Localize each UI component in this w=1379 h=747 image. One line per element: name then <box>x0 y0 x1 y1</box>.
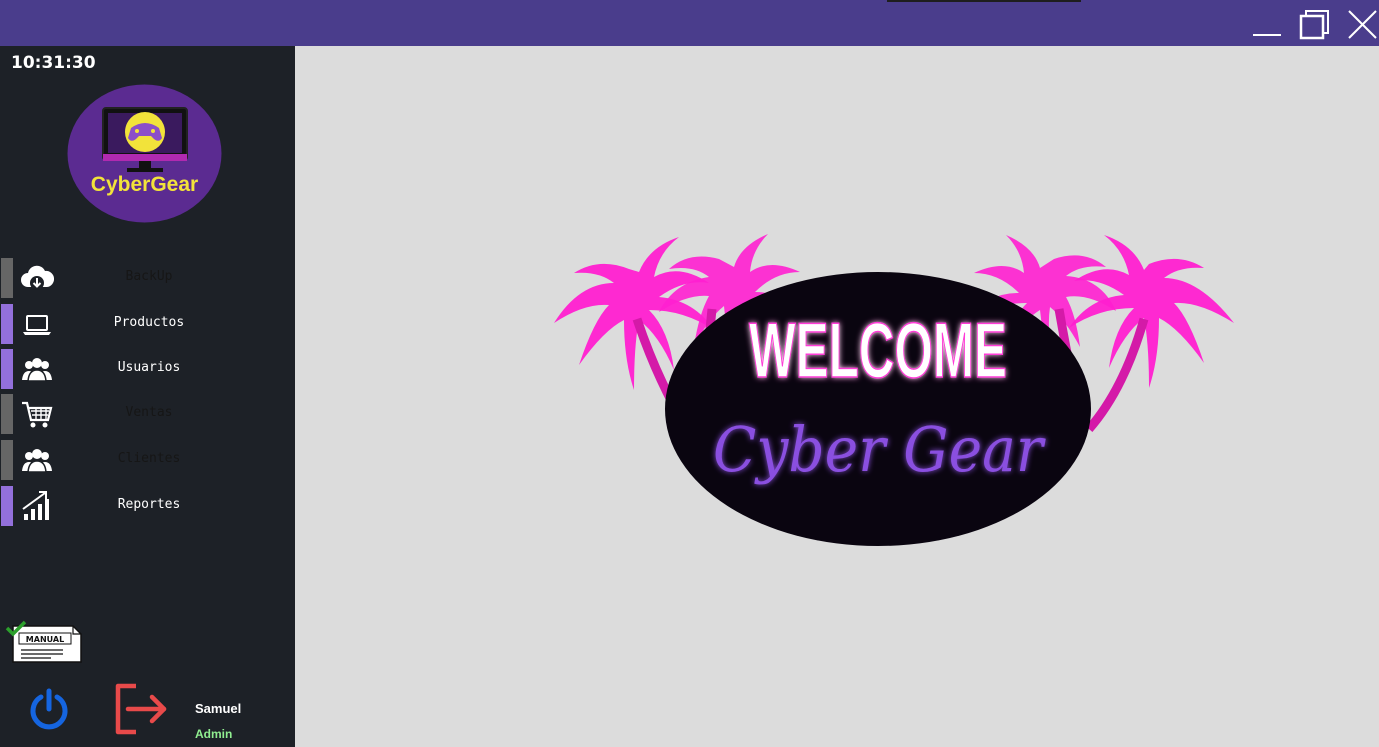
cybergear-logo: CyberGear <box>67 84 222 223</box>
minimize-icon <box>1253 34 1281 36</box>
minimize-button[interactable] <box>1248 6 1286 42</box>
manual-label: MANUAL <box>26 635 64 644</box>
bar-chart-icon <box>22 491 49 520</box>
welcome-banner: WELCOME Cyber Gear <box>554 234 1234 546</box>
title-bar-accent-line <box>887 0 1081 2</box>
clock: 10:31:30 <box>11 53 96 73</box>
sidebar-item-clientes[interactable]: Clientes <box>0 440 295 481</box>
sidebar-item-label: Usuarios <box>117 360 181 375</box>
logo-text: CyberGear <box>91 173 198 196</box>
close-icon <box>1348 10 1377 39</box>
maximize-button[interactable] <box>1294 6 1332 42</box>
sidebar-item-ventas[interactable]: Ventas <box>0 394 295 435</box>
sidebar-item-label: Reportes <box>117 497 181 512</box>
sidebar-item-backup[interactable]: BackUp <box>0 258 295 299</box>
welcome-title: WELCOME <box>749 306 1007 394</box>
sidebar-item-label: Ventas <box>125 405 173 420</box>
cloud-download-icon <box>21 265 54 290</box>
sidebar-item-usuarios[interactable]: Usuarios <box>0 349 295 390</box>
sidebar-item-indicator <box>1 258 13 298</box>
welcome-subtitle: Cyber Gear <box>713 413 1046 486</box>
sidebar-item-indicator <box>1 349 13 389</box>
maximize-icon <box>1299 10 1329 40</box>
shopping-cart-icon <box>22 401 53 428</box>
power-icon[interactable] <box>27 687 71 731</box>
manual-button[interactable]: MANUAL <box>5 620 83 666</box>
clients-icon <box>22 449 52 473</box>
sidebar-item-label: BackUp <box>125 269 173 284</box>
sidebar-item-indicator <box>1 440 13 480</box>
close-button[interactable] <box>1342 6 1379 42</box>
sidebar-item-reportes[interactable]: Reportes <box>0 486 295 527</box>
sidebar-item-label: Productos <box>113 315 185 330</box>
sidebar-item-indicator <box>1 394 13 434</box>
user-name: Samuel <box>195 701 242 716</box>
sidebar-item-indicator <box>1 486 13 526</box>
sidebar-item-productos[interactable]: Productos <box>0 304 295 345</box>
sidebar-item-label: Clientes <box>117 451 181 466</box>
sidebar-item-indicator <box>1 304 13 344</box>
users-icon <box>22 358 52 382</box>
laptop-icon <box>23 315 51 335</box>
sidebar: 10:31:30 CyberGear BackUp Productos Usua… <box>0 46 295 747</box>
logout-icon[interactable] <box>112 682 170 736</box>
title-bar <box>0 0 1379 46</box>
user-role: Admin <box>195 727 233 741</box>
